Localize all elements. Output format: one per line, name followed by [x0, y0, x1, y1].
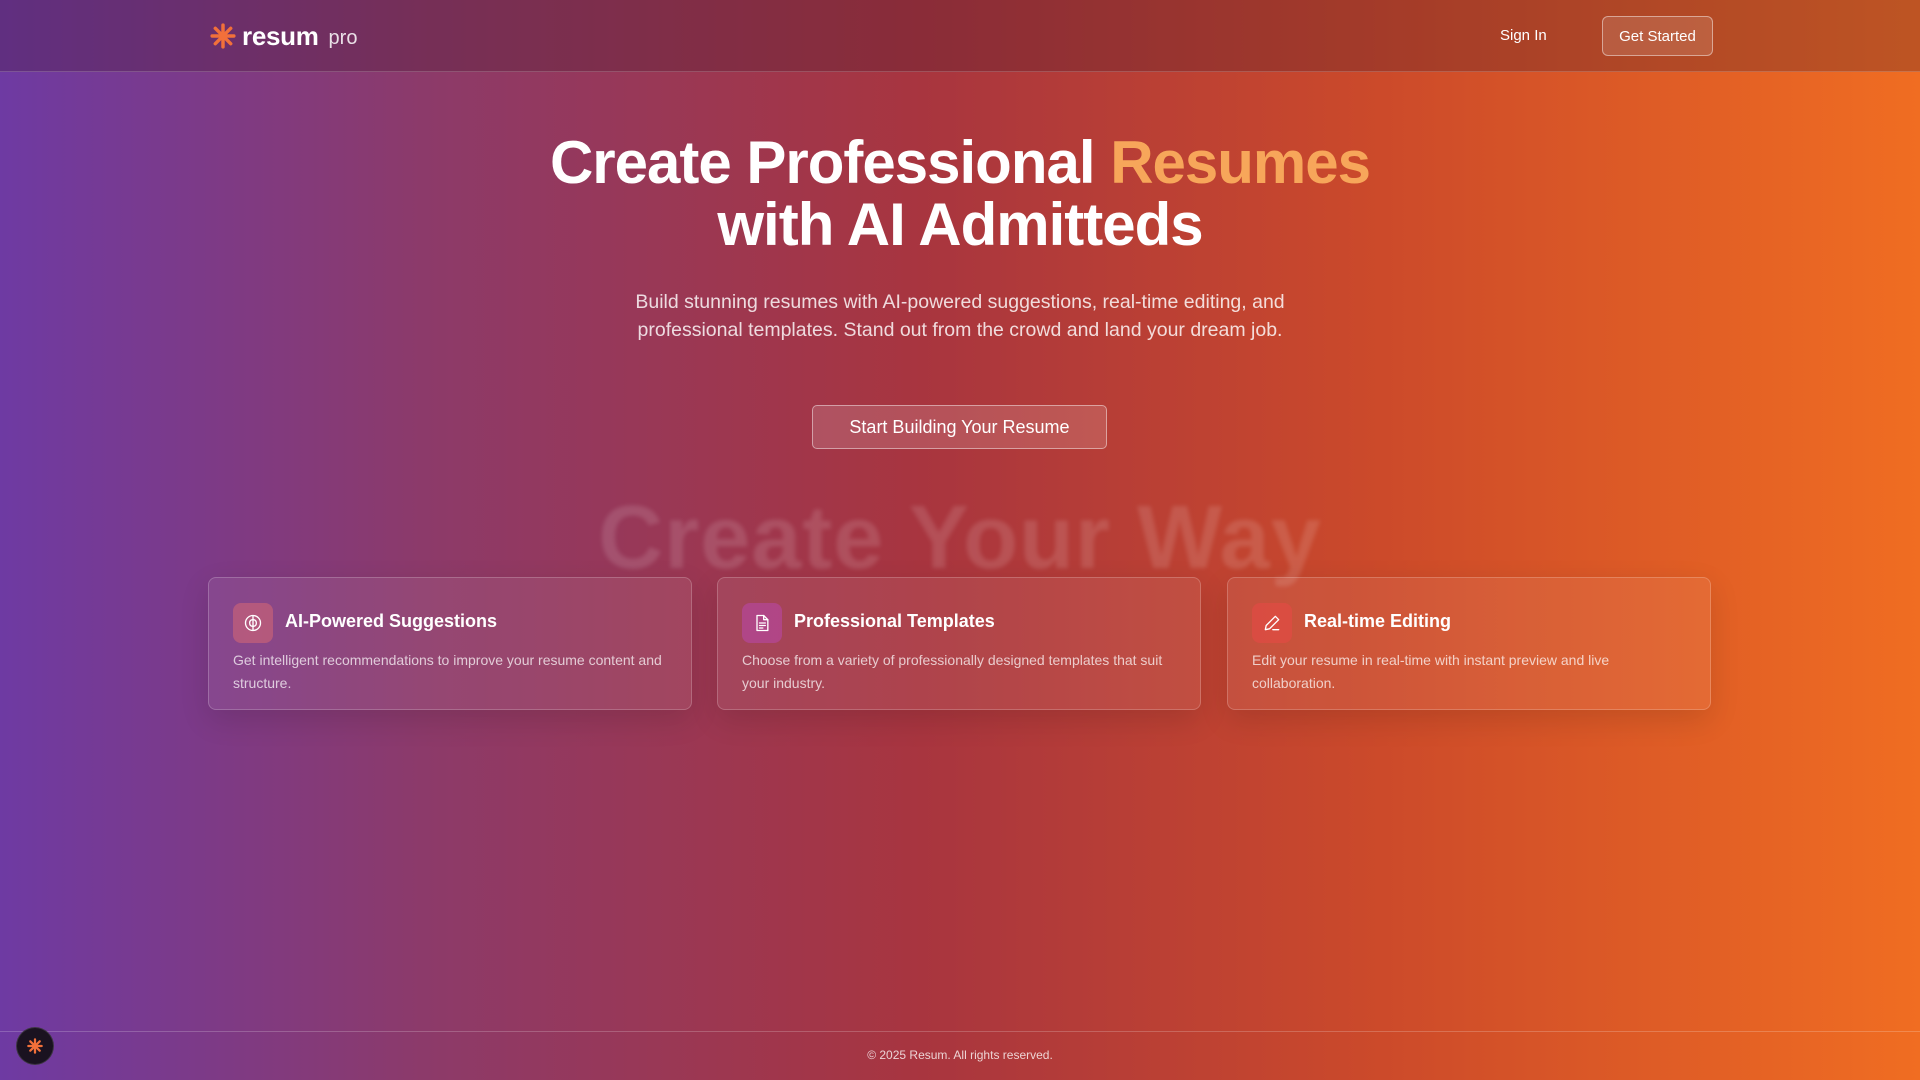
hero-subtitle: Build stunning resumes with AI-powered s…	[635, 291, 1285, 341]
floating-assistant-button[interactable]	[16, 1027, 54, 1065]
document-icon	[742, 603, 782, 643]
footer-divider	[0, 1031, 1920, 1032]
footer-copyright: © 2025 Resum. All rights reserved.	[867, 1048, 1053, 1062]
sign-in-button[interactable]: Sign In	[1500, 22, 1547, 50]
feature-description: Choose from a variety of professionally …	[742, 652, 1163, 691]
hero-title-accent: Resumes	[1110, 129, 1371, 196]
hero-title-part2: with AI Admitteds	[717, 191, 1203, 258]
feature-card-ai-suggestions: AI-Powered Suggestions Get intelligent r…	[208, 577, 692, 710]
top-navbar: resum pro Sign In Get Started	[0, 0, 1920, 72]
hero-title: Create Professional Resumes with AI Admi…	[360, 132, 1560, 256]
ghost-section-heading: Create Your Way	[598, 488, 1322, 588]
feature-title: AI-Powered Suggestions	[285, 611, 498, 631]
brain-icon	[233, 603, 273, 643]
get-started-button[interactable]: Get Started	[1602, 16, 1713, 56]
start-building-button[interactable]: Start Building Your Resume	[812, 405, 1107, 449]
pencil-icon	[1252, 603, 1292, 643]
brand-logo[interactable]: resum pro	[210, 18, 357, 54]
brand-name: resum	[242, 20, 319, 51]
feature-title: Professional Templates	[794, 611, 995, 631]
asterisk-logo-icon	[210, 23, 236, 49]
feature-description: Get intelligent recommendations to impro…	[233, 652, 662, 691]
feature-card-realtime-editing: Real-time Editing Edit your resume in re…	[1227, 577, 1711, 710]
feature-description: Edit your resume in real-time with insta…	[1252, 652, 1610, 691]
brand-suffix: pro	[328, 26, 358, 49]
asterisk-icon	[27, 1038, 43, 1054]
feature-title: Real-time Editing	[1304, 611, 1452, 631]
hero-title-part1: Create Professional	[549, 129, 1111, 196]
feature-card-templates: Professional Templates Choose from a var…	[717, 577, 1201, 710]
